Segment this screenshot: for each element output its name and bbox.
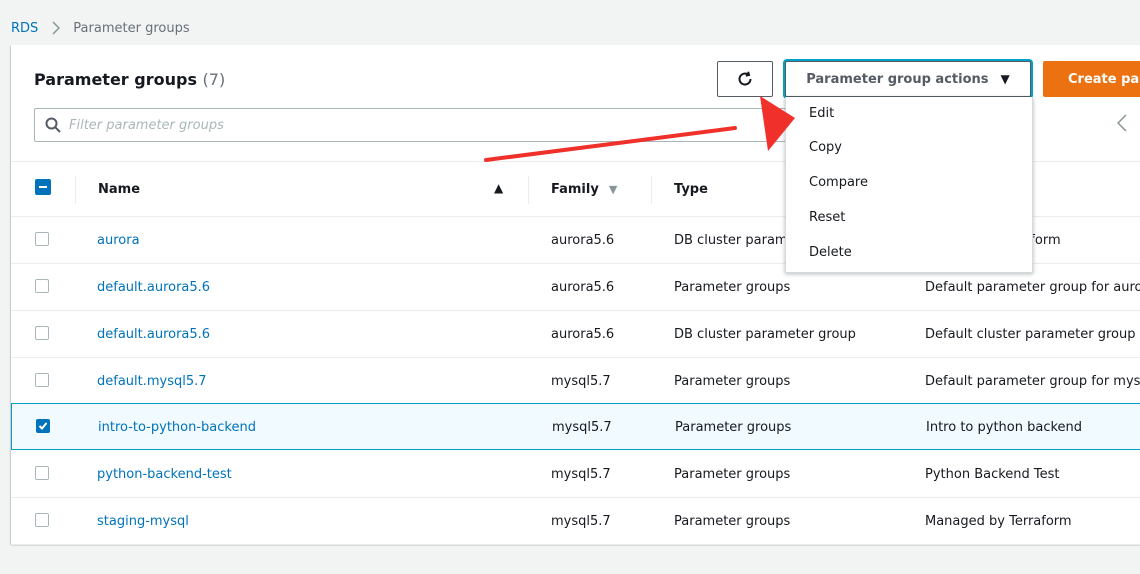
sort-ascending-icon[interactable]: ▲ — [494, 181, 503, 195]
column-header-family-label: Family — [551, 182, 599, 197]
row-family: mysql5.7 — [552, 419, 612, 435]
row-checkbox[interactable] — [36, 419, 50, 433]
menu-item-delete[interactable]: Delete — [786, 235, 1032, 270]
row-type: Parameter groups — [674, 466, 791, 482]
table-row[interactable]: intro-to-python-backend mysql5.7 Parameter… — [11, 403, 1140, 450]
breadcrumb-rds-link[interactable]: RDS — [11, 21, 38, 36]
row-type: DB cluster param — [674, 232, 788, 248]
row-checkbox[interactable] — [35, 326, 49, 340]
parameter-group-actions-button[interactable]: Parameter group actions ▼ — [785, 61, 1031, 97]
chevron-right-icon — [52, 21, 61, 35]
create-parameter-group-button[interactable]: Create par — [1043, 61, 1140, 97]
actions-button-label: Parameter group actions — [806, 71, 989, 87]
column-header-name[interactable]: Name — [98, 162, 140, 217]
item-count: (7) — [202, 70, 226, 89]
column-divider — [75, 176, 76, 204]
breadcrumb: RDS Parameter groups — [11, 19, 190, 37]
column-divider — [528, 176, 529, 204]
row-checkbox[interactable] — [35, 466, 49, 480]
column-header-type[interactable]: Type — [674, 162, 708, 217]
row-family: mysql5.7 — [551, 466, 611, 482]
row-name-link[interactable]: default.mysql5.7 — [97, 358, 207, 404]
row-description: Python Backend Test — [925, 466, 1060, 482]
column-header-family[interactable]: Family ▼ — [551, 162, 617, 217]
row-description: Default parameter group for mys — [925, 373, 1140, 389]
table-row[interactable]: default.aurora5.6 aurora5.6 DB cluster par… — [11, 311, 1140, 358]
table-row[interactable]: staging-mysql mysql5.7 Parameter groups Man… — [11, 498, 1140, 545]
row-checkbox[interactable] — [35, 373, 49, 387]
row-name-link[interactable]: aurora — [97, 217, 140, 263]
row-family: mysql5.7 — [551, 373, 611, 389]
menu-item-compare[interactable]: Compare — [786, 165, 1032, 200]
page-title: Parameter groups (7) — [34, 70, 225, 89]
row-name-link[interactable]: default.aurora5.6 — [97, 264, 210, 310]
panel-title-text: Parameter groups — [34, 70, 197, 89]
row-type: Parameter groups — [674, 513, 791, 529]
menu-item-edit[interactable]: Edit — [786, 97, 1032, 130]
row-name-link[interactable]: intro-to-python-backend — [98, 404, 256, 450]
filter-input[interactable] — [69, 117, 749, 133]
row-checkbox[interactable] — [35, 279, 49, 293]
row-description: Default cluster parameter group — [925, 326, 1136, 342]
row-family: aurora5.6 — [551, 279, 615, 295]
row-name-link[interactable]: python-backend-test — [97, 451, 232, 497]
caret-down-icon: ▼ — [1000, 72, 1010, 86]
refresh-icon — [738, 71, 752, 86]
row-family: mysql5.7 — [551, 513, 611, 529]
row-description: Intro to python backend — [926, 419, 1083, 435]
filter-box — [34, 108, 786, 142]
table-row[interactable]: default.mysql5.7 mysql5.7 Parameter groups… — [11, 358, 1140, 405]
row-name-link[interactable]: staging-mysql — [97, 498, 189, 544]
column-divider — [651, 176, 652, 204]
search-icon — [45, 117, 61, 133]
row-type: DB cluster parameter group — [674, 326, 856, 342]
row-checkbox[interactable] — [35, 232, 49, 246]
row-checkbox[interactable] — [35, 513, 49, 527]
row-name-link[interactable]: default.aurora5.6 — [97, 311, 210, 357]
row-family: aurora5.6 — [551, 326, 615, 342]
row-description: Managed by Terraform — [925, 513, 1072, 529]
refresh-button[interactable] — [717, 61, 773, 97]
select-all-checkbox[interactable] — [35, 179, 51, 195]
table-row[interactable]: python-backend-test mysql5.7 Parameter gro… — [11, 451, 1140, 498]
row-type: Parameter groups — [675, 419, 792, 435]
chevron-left-icon[interactable] — [1116, 113, 1127, 137]
row-type: Parameter groups — [674, 373, 791, 389]
sort-down-icon: ▼ — [608, 183, 618, 196]
row-family: aurora5.6 — [551, 232, 615, 248]
menu-item-copy[interactable]: Copy — [786, 130, 1032, 165]
actions-dropdown-menu: Edit Copy Compare Reset Delete — [785, 97, 1033, 273]
row-type: Parameter groups — [674, 279, 791, 295]
menu-item-reset[interactable]: Reset — [786, 200, 1032, 235]
checkmark-icon — [38, 422, 48, 430]
breadcrumb-current: Parameter groups — [73, 20, 190, 36]
